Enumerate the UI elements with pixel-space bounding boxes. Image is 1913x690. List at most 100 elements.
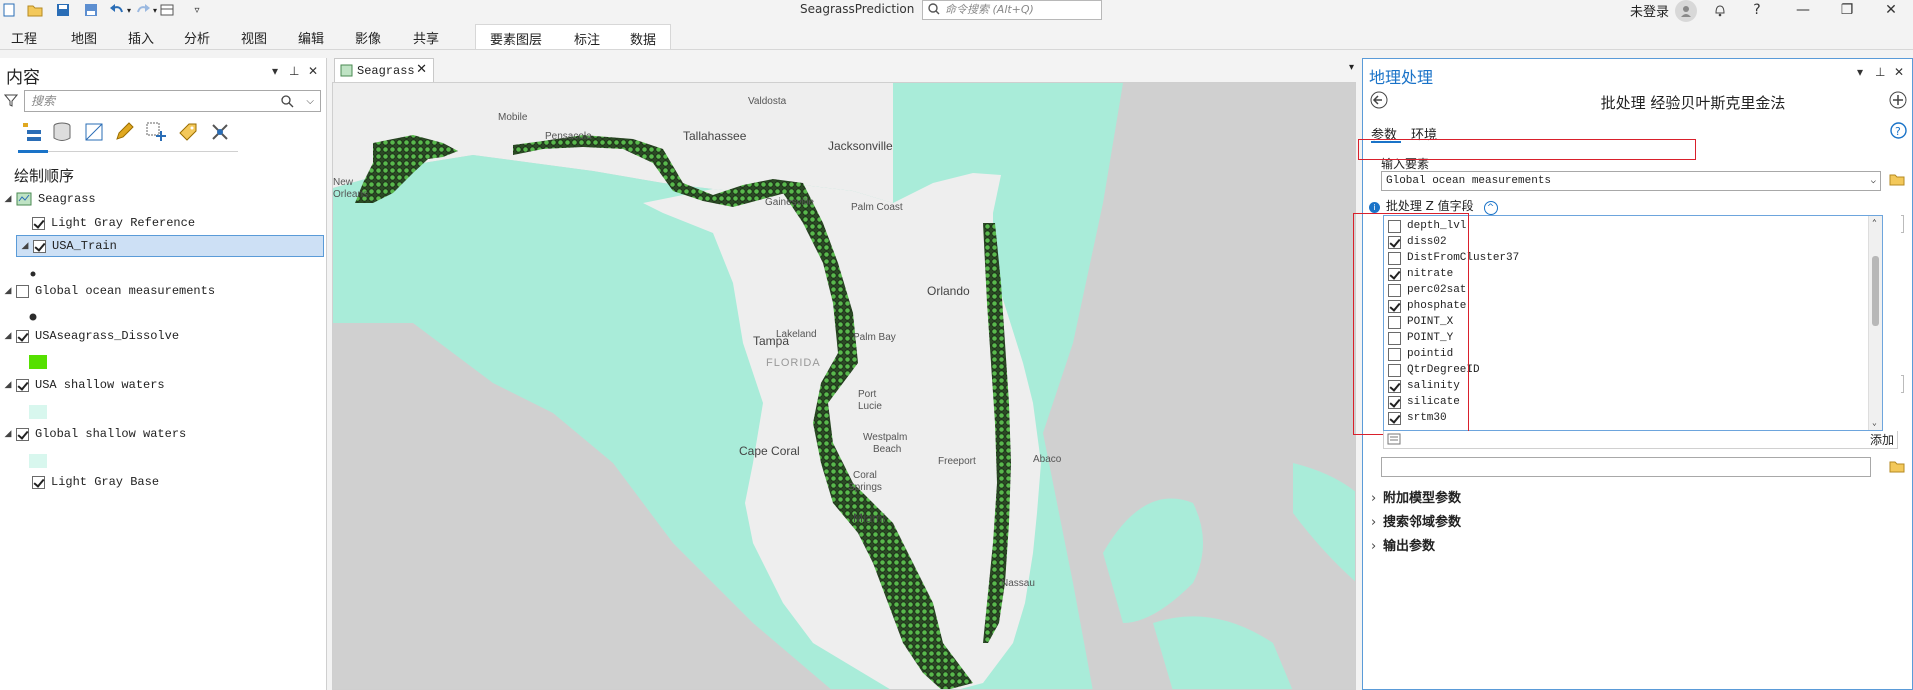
app-title: SeagrassPrediction bbox=[800, 2, 915, 16]
output-path-input[interactable] bbox=[1381, 457, 1871, 477]
close-pane-icon[interactable]: ✕ bbox=[1894, 65, 1904, 79]
label-coral-springs-2: Springs bbox=[848, 482, 882, 493]
layer-visibility-checkbox[interactable] bbox=[16, 329, 29, 343]
customize-toolbar-icon[interactable]: ▿ bbox=[188, 1, 206, 19]
bell-icon[interactable] bbox=[1705, 0, 1735, 20]
list-by-editing-icon[interactable] bbox=[112, 120, 136, 144]
tab-share[interactable]: 共享 bbox=[413, 28, 439, 47]
close-pane-icon[interactable]: ✕ bbox=[308, 64, 318, 78]
pin-icon[interactable]: ⊥ bbox=[1875, 65, 1885, 79]
pin-icon[interactable]: ⊥ bbox=[289, 64, 299, 78]
tab-insert[interactable]: 插入 bbox=[128, 28, 154, 47]
field-edge bbox=[1901, 215, 1904, 233]
select-all-icon[interactable] bbox=[1387, 433, 1401, 448]
tab-labeling[interactable]: 标注 bbox=[574, 29, 600, 48]
section-additional-model-parameters[interactable]: › 附加模型参数 bbox=[1371, 487, 1461, 506]
add-icon[interactable] bbox=[1889, 91, 1907, 113]
collapse-icon[interactable]: ◢ bbox=[0, 429, 16, 439]
tab-imagery[interactable]: 影像 bbox=[355, 28, 381, 47]
layer-visibility-checkbox[interactable] bbox=[16, 427, 29, 441]
restore-window-icon[interactable]: ❐ bbox=[1832, 0, 1862, 20]
contents-search-input[interactable]: 搜索 ⌵ bbox=[24, 90, 321, 112]
search-icon[interactable] bbox=[281, 94, 294, 114]
polygon-symbol-swatch[interactable] bbox=[29, 454, 47, 468]
layer-name: Global ocean measurements bbox=[35, 284, 216, 298]
layer-row-map[interactable]: ◢ Seagrass bbox=[0, 188, 327, 210]
dropdown-chevron-icon[interactable]: ⌵ bbox=[1871, 172, 1876, 190]
polygon-symbol-swatch[interactable] bbox=[29, 405, 47, 419]
minimize-window-icon[interactable]: — bbox=[1788, 0, 1818, 20]
pane-options-icon[interactable]: ▾ bbox=[1857, 65, 1863, 79]
collapse-chevron-icon[interactable]: ^ bbox=[1483, 201, 1498, 215]
tab-feature-layer[interactable]: 要素图层 bbox=[490, 29, 542, 48]
list-scrollbar[interactable]: ⌃ ⌄ bbox=[1868, 216, 1882, 430]
collapse-icon[interactable]: ◢ bbox=[0, 194, 16, 204]
layer-visibility-checkbox[interactable] bbox=[33, 239, 46, 253]
search-options-chevron-icon[interactable]: ⌵ bbox=[306, 92, 314, 112]
help-circle-icon[interactable]: ? bbox=[1890, 122, 1907, 143]
close-window-icon[interactable]: ✕ bbox=[1876, 0, 1906, 20]
section-search-neighborhood-parameters[interactable]: › 搜索邻域参数 bbox=[1371, 511, 1461, 530]
collapse-icon[interactable]: ◢ bbox=[0, 286, 16, 296]
toolbar-divider bbox=[18, 151, 238, 152]
layer-visibility-checkbox[interactable] bbox=[16, 284, 29, 298]
new-project-icon[interactable] bbox=[0, 1, 18, 19]
map-canvas[interactable]: Valdosta Mobile Pensacola Tallahassee Ja… bbox=[332, 82, 1356, 690]
layer-visibility-checkbox[interactable] bbox=[32, 475, 45, 489]
tab-list-chevron-icon[interactable]: ▾ bbox=[1349, 62, 1354, 73]
pane-options-icon[interactable]: ▾ bbox=[272, 64, 278, 78]
list-by-source-icon[interactable] bbox=[50, 120, 74, 144]
tab-view[interactable]: 视图 bbox=[241, 28, 267, 47]
list-by-snapping-icon[interactable] bbox=[144, 120, 168, 144]
collapse-icon[interactable]: ◢ bbox=[17, 241, 33, 251]
scrollbar-thumb[interactable] bbox=[1872, 256, 1879, 326]
collapse-icon[interactable]: ◢ bbox=[0, 380, 16, 390]
browse-folder-icon[interactable] bbox=[1889, 459, 1905, 477]
browse-folder-icon[interactable] bbox=[1889, 172, 1905, 190]
map-svg[interactable]: Valdosta Mobile Pensacola Tallahassee Ja… bbox=[333, 83, 1356, 690]
label-orlando: Orlando bbox=[927, 284, 970, 298]
table-view-icon[interactable] bbox=[158, 1, 176, 19]
active-view-indicator bbox=[18, 150, 48, 153]
tab-map[interactable]: 地图 bbox=[71, 28, 97, 47]
signin-status[interactable]: 未登录 bbox=[1630, 1, 1669, 20]
map-view-tab[interactable]: Seagrass ✕ bbox=[334, 58, 434, 82]
layer-row-usa-train[interactable]: ◢ USA_Train bbox=[16, 235, 324, 257]
layer-row-global-shallow-waters[interactable]: ◢ Global shallow waters bbox=[0, 423, 327, 445]
save-icon[interactable] bbox=[54, 1, 72, 19]
close-tab-icon[interactable]: ✕ bbox=[416, 62, 427, 77]
layer-row-global-ocean-measurements[interactable]: ◢ Global ocean measurements bbox=[0, 280, 327, 302]
layer-row-light-gray-base[interactable]: Light Gray Base bbox=[0, 471, 327, 493]
collapse-icon[interactable]: ◢ bbox=[0, 331, 16, 341]
filter-icon[interactable] bbox=[3, 93, 19, 111]
tab-edit[interactable]: 编辑 bbox=[298, 28, 324, 47]
add-field-button[interactable]: 添加 bbox=[1870, 431, 1894, 448]
undo-dropdown-icon[interactable]: ▾ bbox=[124, 1, 134, 19]
user-avatar-icon[interactable] bbox=[1675, 0, 1697, 22]
layer-visibility-checkbox[interactable] bbox=[32, 216, 45, 230]
layer-row-usa-shallow-waters[interactable]: ◢ USA shallow waters bbox=[0, 374, 327, 396]
back-arrow-icon[interactable] bbox=[1370, 91, 1388, 113]
label-west-palm-2: Beach bbox=[873, 444, 901, 455]
point-symbol-icon[interactable] bbox=[28, 311, 38, 326]
polygon-symbol-swatch[interactable] bbox=[29, 355, 47, 369]
list-by-drawing-order-icon[interactable] bbox=[20, 120, 44, 144]
section-output-parameters[interactable]: › 输出参数 bbox=[1371, 535, 1435, 554]
layer-row-usaseagrass-dissolve[interactable]: ◢ USAseagrass_Dissolve bbox=[0, 325, 327, 347]
tab-data[interactable]: 数据 bbox=[630, 29, 656, 48]
command-search-input[interactable]: 命令搜索 (Alt+Q) bbox=[922, 0, 1102, 20]
save-as-icon[interactable] bbox=[82, 1, 100, 19]
list-by-selection-icon[interactable] bbox=[82, 120, 106, 144]
scroll-down-icon[interactable]: ⌄ bbox=[1872, 418, 1877, 428]
open-folder-icon[interactable] bbox=[26, 1, 44, 19]
tab-analysis[interactable]: 分析 bbox=[184, 28, 210, 47]
layer-visibility-checkbox[interactable] bbox=[16, 378, 29, 392]
scroll-up-icon[interactable]: ⌃ bbox=[1872, 218, 1877, 228]
list-by-perspective-imagery-icon[interactable] bbox=[208, 120, 232, 144]
tab-project[interactable]: 工程 bbox=[11, 28, 37, 47]
input-features-dropdown[interactable]: Global ocean measurements ⌵ bbox=[1381, 171, 1881, 191]
layer-row-light-gray-reference[interactable]: Light Gray Reference bbox=[0, 212, 327, 234]
help-icon[interactable]: ? bbox=[1742, 0, 1772, 20]
list-by-labeling-icon[interactable] bbox=[176, 120, 200, 144]
layer-name: USAseagrass_Dissolve bbox=[35, 329, 180, 343]
